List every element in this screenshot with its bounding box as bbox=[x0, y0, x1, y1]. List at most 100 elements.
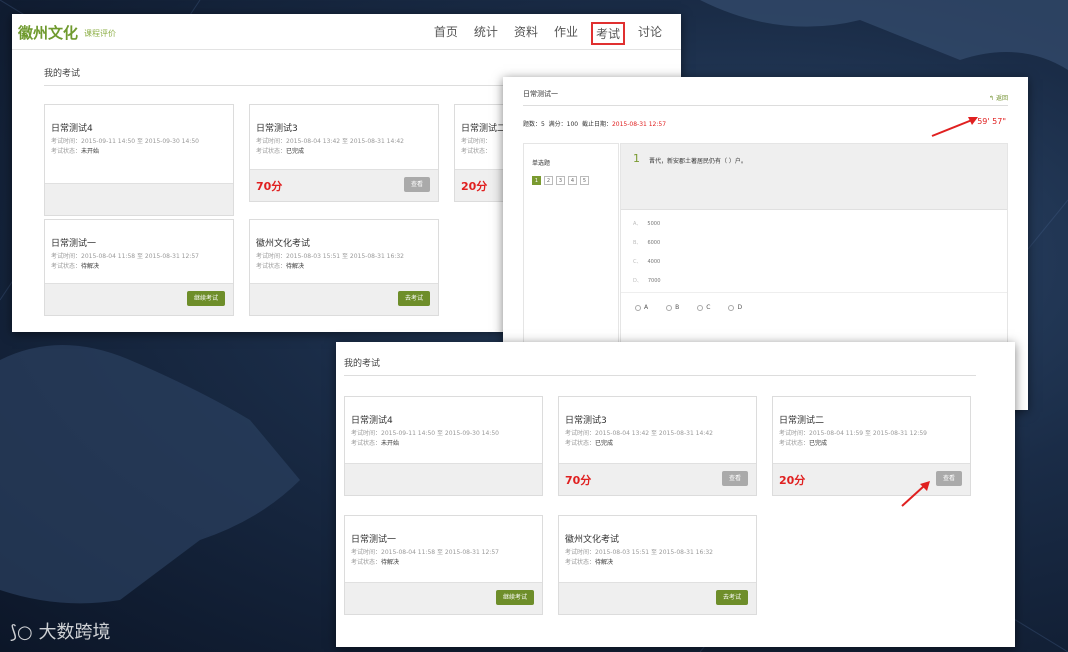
status-value: 待解决 bbox=[81, 263, 100, 270]
option-a: A、 5000 bbox=[633, 220, 660, 227]
nav-item-stats[interactable]: 统计 bbox=[471, 22, 501, 45]
exam-time: 考试时间：2015-08-04 11:59 至 2015-08-31 12:59 bbox=[779, 429, 927, 438]
nav-item-home[interactable]: 首页 bbox=[431, 22, 461, 45]
answer-radio-d[interactable]: D bbox=[728, 304, 742, 311]
deadline-label: 截止日期： bbox=[581, 121, 612, 128]
section-title: 我的考试 bbox=[44, 66, 504, 86]
time-label: 考试时间： bbox=[565, 549, 596, 556]
option-letter: B、 bbox=[633, 240, 642, 246]
status-label: 考试状态： bbox=[779, 440, 810, 447]
watermark-right-text: 郑州安邦教育 bbox=[856, 594, 977, 618]
status-label: 考试状态： bbox=[256, 148, 287, 155]
exam-time: 考试时间：2015-08-03 15:51 至 2015-08-31 16:32 bbox=[256, 252, 404, 261]
exam-card: 徽州文化考试 考试时间：2015-08-03 15:51 至 2015-08-3… bbox=[249, 219, 439, 316]
exam-card: 日常测试4 考试时间：2015-09-11 14:50 至 2015-09-30… bbox=[344, 396, 543, 496]
site-logo[interactable]: 徽州文化 bbox=[18, 22, 78, 43]
answer-radio-c[interactable]: C bbox=[697, 304, 710, 311]
answer-radio-group: A B C D bbox=[635, 304, 742, 311]
view-annotation-arrow-icon bbox=[901, 481, 930, 507]
exam-score: 70分 bbox=[565, 474, 592, 487]
card-footer: 继续考试 bbox=[345, 582, 542, 614]
time-label: 考试时间： bbox=[351, 549, 382, 556]
view-button[interactable]: 查看 bbox=[403, 177, 430, 192]
exam-time: 考试时间：2015-08-03 15:51 至 2015-08-31 16:32 bbox=[565, 548, 713, 557]
view-button[interactable]: 查看 bbox=[721, 471, 748, 486]
exam-title: 日常测试二 bbox=[461, 124, 507, 134]
question-number-button[interactable]: 1 bbox=[532, 176, 541, 185]
time-label: 考试时间： bbox=[779, 430, 810, 437]
question-navigator: 单选题 1 2 3 4 5 bbox=[523, 143, 619, 343]
exam-score: 70分 bbox=[256, 180, 283, 193]
exam-score: 20分 bbox=[779, 474, 806, 487]
nav-item-exam[interactable]: 考试 bbox=[590, 22, 625, 45]
exam-status: 考试状态：已完成 bbox=[779, 438, 827, 447]
time-label: 考试时间： bbox=[256, 253, 287, 260]
time-value: 2015-08-04 11:58 至 2015-08-31 12:57 bbox=[381, 549, 499, 556]
exam-status: 考试状态：待解决 bbox=[565, 557, 613, 566]
card-footer bbox=[345, 463, 542, 495]
question-text: 晋代，新安郡土著居民仍有（ ）户。 bbox=[649, 158, 747, 165]
exam-title: 日常测试一 bbox=[351, 535, 397, 545]
exam-title: 日常测试二 bbox=[779, 416, 825, 426]
view-button[interactable]: 查看 bbox=[935, 471, 962, 486]
nav-item-discussion[interactable]: 讨论 bbox=[635, 22, 665, 45]
time-label: 考试时间： bbox=[51, 253, 82, 260]
question-number: 1 bbox=[633, 152, 640, 165]
exam-title: 日常测试3 bbox=[565, 416, 607, 426]
exam-title: 日常测试3 bbox=[256, 124, 298, 134]
status-label: 考试状态： bbox=[51, 263, 82, 270]
radio-label: B bbox=[675, 304, 680, 311]
watermark-left: ⟆○ 大数跨境 bbox=[10, 618, 110, 644]
exam-title: 日常测试一 bbox=[51, 239, 97, 249]
card-footer: 去考试 bbox=[559, 582, 756, 614]
option-text: 5000 bbox=[647, 221, 661, 227]
exam-time: 考试时间： bbox=[461, 138, 492, 145]
card-footer: 去考试 bbox=[250, 283, 438, 315]
question-area: 1 晋代，新安郡土著居民仍有（ ）户。 A、 5000 B、 6000 C、 4000… bbox=[620, 143, 1008, 343]
question-number-button[interactable]: 2 bbox=[544, 176, 553, 185]
time-label: 考试时间： bbox=[565, 430, 596, 437]
exam-title: 徽州文化考试 bbox=[256, 239, 311, 249]
option-letter: A、 bbox=[633, 221, 642, 227]
divider bbox=[523, 105, 1008, 106]
divider bbox=[621, 292, 1007, 293]
exam-time: 考试时间：2015-08-04 11:58 至 2015-08-31 12:57 bbox=[51, 252, 199, 261]
answer-radio-a[interactable]: A bbox=[635, 304, 648, 311]
question-number-button[interactable]: 4 bbox=[568, 176, 577, 185]
exam-title: 日常测试4 bbox=[51, 124, 93, 134]
card-footer: 70分 查看 bbox=[559, 463, 756, 495]
nav-item-homework[interactable]: 作业 bbox=[551, 22, 581, 45]
exam-card: 日常测试3 考试时间：2015-08-04 13:42 至 2015-08-31… bbox=[249, 104, 439, 202]
full-score: 满分：100 bbox=[548, 121, 579, 128]
time-value: 2015-08-04 13:42 至 2015-08-31 14:42 bbox=[595, 430, 713, 437]
exam-status: 考试状态：待解决 bbox=[351, 557, 399, 566]
return-link[interactable]: ↰ 返回 bbox=[989, 93, 1008, 102]
continue-exam-button[interactable]: 继续考试 bbox=[495, 590, 534, 605]
go-to-exam-button[interactable]: 去考试 bbox=[715, 590, 748, 605]
radio-label: D bbox=[737, 304, 743, 311]
question-number-button[interactable]: 3 bbox=[556, 176, 565, 185]
time-label: 考试时间： bbox=[351, 430, 382, 437]
answer-radio-b[interactable]: B bbox=[666, 304, 679, 311]
continue-exam-button[interactable]: 继续考试 bbox=[186, 291, 225, 306]
option-text: 4000 bbox=[647, 259, 661, 265]
exam-time: 考试时间：2015-08-04 13:42 至 2015-08-31 14:42 bbox=[565, 429, 713, 438]
exam-status: 考试状态：待解决 bbox=[51, 261, 99, 270]
exam-status: 考试状态： bbox=[461, 148, 492, 155]
status-label: 考试状态： bbox=[351, 559, 382, 566]
question-number-button[interactable]: 5 bbox=[580, 176, 589, 185]
exam-card: 日常测试4 考试时间：2015-09-11 14:50 至 2015-09-30… bbox=[44, 104, 234, 216]
question-number-list: 1 2 3 4 5 bbox=[532, 176, 589, 185]
exam-status: 考试状态：待解决 bbox=[256, 261, 304, 270]
exam-status: 考试状态：已完成 bbox=[256, 146, 304, 155]
option-text: 6000 bbox=[647, 240, 661, 246]
status-value: 待解决 bbox=[286, 263, 305, 270]
time-value: 2015-09-11 14:50 至 2015-09-30 14:50 bbox=[381, 430, 499, 437]
exam-card: 日常测试3 考试时间：2015-08-04 13:42 至 2015-08-31… bbox=[558, 396, 757, 496]
option-c: C、 4000 bbox=[633, 258, 660, 265]
status-value: 未开始 bbox=[381, 440, 400, 447]
exam-status: 考试状态：未开始 bbox=[51, 146, 99, 155]
watermark-left-text: 大数跨境 bbox=[38, 622, 111, 643]
nav-item-materials[interactable]: 资料 bbox=[511, 22, 541, 45]
go-to-exam-button[interactable]: 去考试 bbox=[397, 291, 430, 306]
